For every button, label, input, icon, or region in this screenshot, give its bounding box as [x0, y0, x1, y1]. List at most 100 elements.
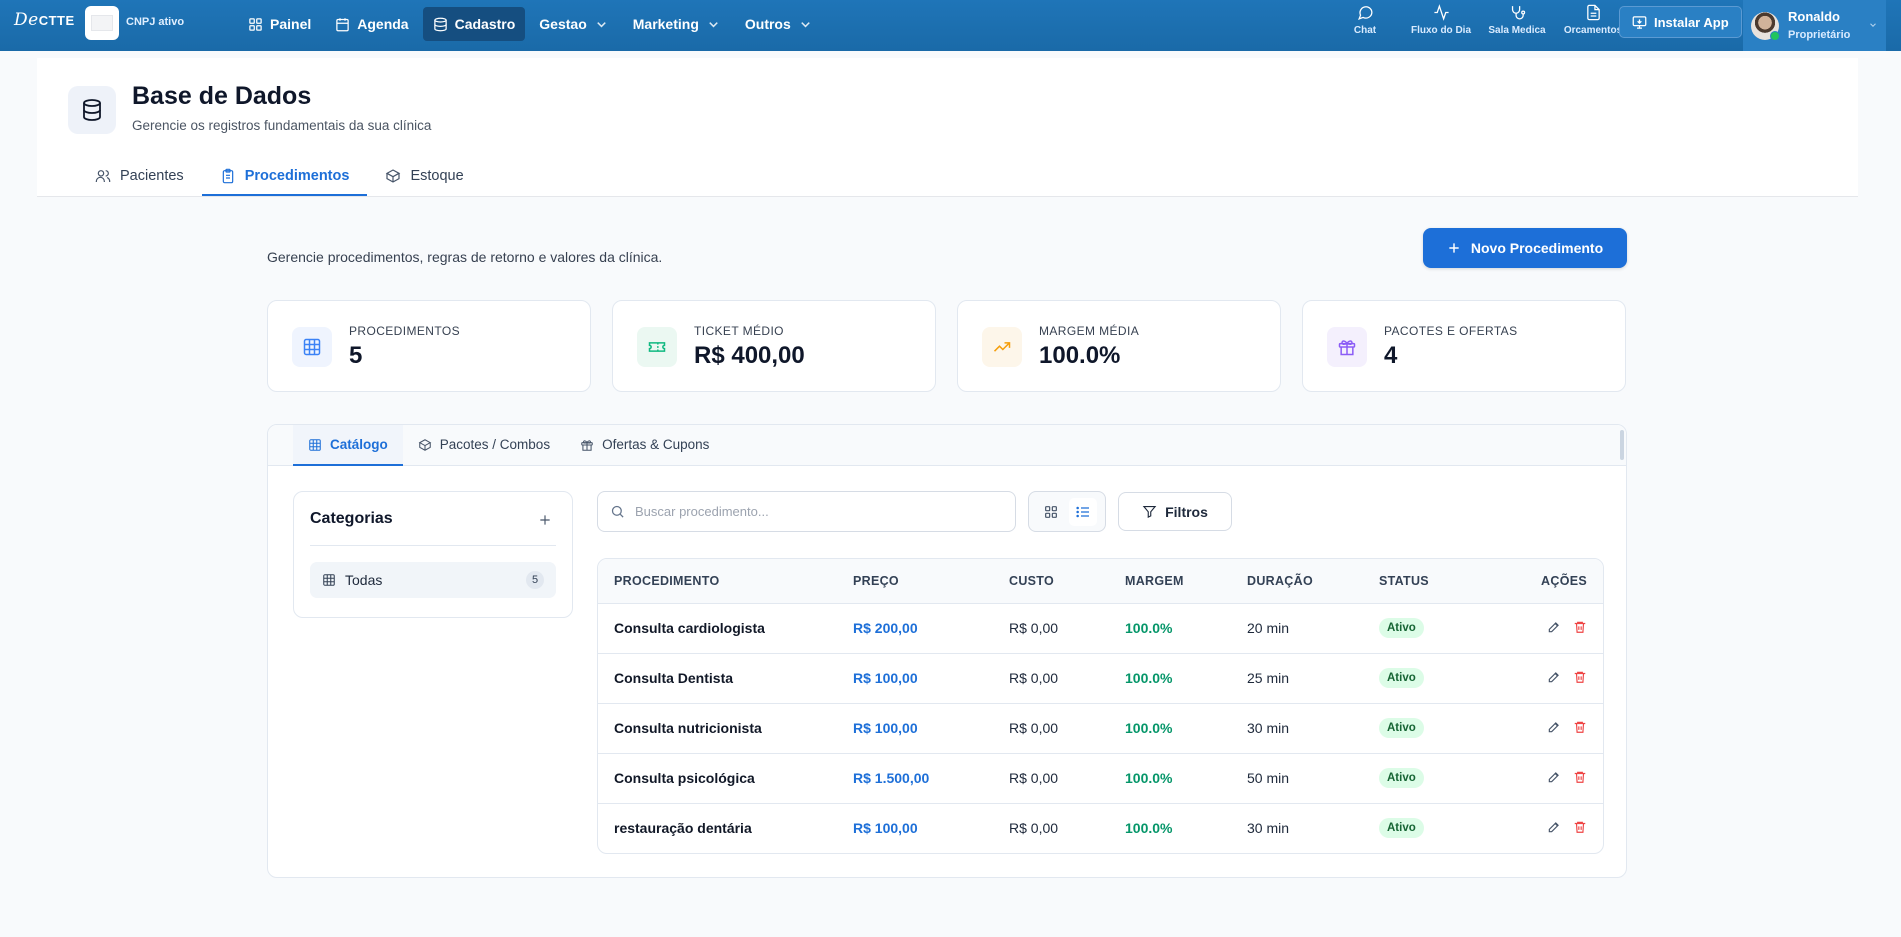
- tab-pacientes[interactable]: Pacientes: [77, 158, 202, 196]
- trending-up-icon: [982, 327, 1022, 367]
- gift-icon: [581, 439, 593, 451]
- tool-sala-medica[interactable]: Sala Medica: [1479, 4, 1555, 36]
- edit-icon[interactable]: [1547, 670, 1561, 684]
- procedure-price: R$ 200,00: [853, 620, 918, 636]
- tab-estoque[interactable]: Estoque: [367, 158, 481, 196]
- tab-procedimentos[interactable]: Procedimentos: [201, 158, 368, 196]
- new-procedure-button[interactable]: Novo Procedimento: [1423, 228, 1627, 268]
- clinic-logo[interactable]: [85, 6, 119, 40]
- trash-icon[interactable]: [1573, 670, 1587, 684]
- avatar: [1751, 11, 1780, 41]
- tab-catalogo[interactable]: Catálogo: [293, 425, 403, 466]
- list-view-button[interactable]: [1069, 497, 1097, 526]
- procedure-name: Consulta psicológica: [614, 770, 755, 786]
- table-row[interactable]: restauração dentária R$ 100,00 R$ 0,00 1…: [598, 803, 1603, 853]
- nav-label: Agenda: [357, 16, 409, 32]
- cnpj-status: CNPJ ativo: [126, 16, 185, 28]
- nav-marketing[interactable]: Marketing: [623, 7, 731, 41]
- clinic-logo-image: [91, 15, 113, 31]
- status-badge: Ativo: [1379, 818, 1424, 839]
- new-procedure-label: Novo Procedimento: [1470, 240, 1604, 256]
- edit-icon[interactable]: [1547, 820, 1561, 834]
- table-row[interactable]: Consulta psicológica R$ 1.500,00 R$ 0,00…: [598, 753, 1603, 803]
- divider: [310, 545, 556, 546]
- table-row[interactable]: Consulta Dentista R$ 100,00 R$ 0,00 100.…: [598, 653, 1603, 703]
- chevron-down-icon: [1870, 23, 1876, 27]
- column-header[interactable]: MARGEM: [1125, 559, 1247, 603]
- clipboard-icon: [222, 168, 233, 184]
- app-logo[interactable]: DeCTTE: [14, 10, 75, 30]
- user-menu[interactable]: Ronaldo Proprietário: [1743, 0, 1886, 51]
- nav-label: Outros: [744, 16, 791, 32]
- table-icon: [323, 574, 335, 586]
- add-category-button[interactable]: [538, 513, 552, 527]
- procedure-price: R$ 1.500,00: [853, 770, 930, 786]
- procedure-name: restauração dentária: [614, 820, 752, 837]
- grid-icon: [249, 17, 262, 31]
- procedure-duration: 30 min: [1247, 720, 1290, 736]
- edit-icon[interactable]: [1547, 770, 1561, 784]
- stats-row: PROCEDIMENTOS 5 TICKET MÉDIO R$ 400,00 M…: [267, 300, 1626, 392]
- category-item-todas[interactable]: Todas 5: [310, 562, 556, 598]
- user-name: Ronaldo: [1788, 8, 1840, 24]
- logo-suffix: CTTE: [38, 13, 75, 28]
- search-input[interactable]: [635, 504, 995, 519]
- procedure-cost: R$ 0,00: [1009, 670, 1059, 686]
- ticket-icon: [637, 327, 677, 367]
- tab-label: Pacientes: [120, 168, 184, 184]
- stat-label: PACOTES E OFERTAS: [1384, 324, 1518, 338]
- top-navbar: DeCTTE CNPJ ativo Painel Agenda Cadastro…: [0, 0, 1901, 51]
- procedures-table: PROCEDIMENTO PREÇO CUSTO MARGEM DURAÇÃO …: [597, 558, 1604, 854]
- nav-cadastro[interactable]: Cadastro: [422, 7, 526, 41]
- trash-icon[interactable]: [1573, 820, 1587, 834]
- trash-icon[interactable]: [1573, 720, 1587, 734]
- filters-button[interactable]: Filtros: [1118, 492, 1232, 531]
- column-header[interactable]: CUSTO: [1009, 559, 1125, 603]
- edit-icon[interactable]: [1547, 620, 1561, 634]
- scrollbar-thumb[interactable]: [1620, 430, 1624, 460]
- box-icon: [418, 438, 432, 451]
- table-row[interactable]: Consulta nutricionista R$ 100,00 R$ 0,00…: [598, 703, 1603, 753]
- stat-card-margem-media: MARGEM MÉDIA 100.0%: [957, 300, 1281, 392]
- category-label: Todas: [345, 572, 383, 588]
- tool-label: Sala Medica: [1488, 25, 1546, 36]
- grid-view-button[interactable]: [1037, 498, 1065, 526]
- tab-ofertas-cupons[interactable]: Ofertas & Cupons: [565, 425, 724, 466]
- procedure-margin: 100.0%: [1125, 720, 1173, 736]
- list-icon: [1076, 506, 1089, 517]
- stat-value: 100.0%: [1039, 342, 1121, 369]
- procedure-cost: R$ 0,00: [1009, 620, 1059, 636]
- catalog-tabs: Catálogo Pacotes / Combos Ofertas & Cupo…: [268, 425, 1626, 466]
- category-count: 5: [526, 571, 544, 589]
- nav-agenda[interactable]: Agenda: [325, 7, 418, 41]
- tool-label: Fluxo do Dia: [1411, 25, 1471, 36]
- nav-painel[interactable]: Painel: [238, 7, 321, 41]
- column-header[interactable]: STATUS: [1379, 559, 1512, 603]
- database-icon: [68, 86, 116, 134]
- tool-chat[interactable]: Chat: [1327, 4, 1403, 36]
- edit-icon[interactable]: [1547, 720, 1561, 734]
- procedure-price: R$ 100,00: [853, 720, 918, 736]
- chat-icon: [1357, 6, 1373, 20]
- tab-label: Procedimentos: [244, 168, 350, 184]
- column-header[interactable]: PROCEDIMENTO: [598, 559, 853, 603]
- install-app-button[interactable]: Instalar App: [1619, 6, 1742, 38]
- trash-icon[interactable]: [1573, 770, 1587, 784]
- nav-gestao[interactable]: Gestao: [529, 7, 618, 41]
- trash-icon[interactable]: [1573, 620, 1587, 634]
- chevron-down-icon: [709, 21, 718, 27]
- view-toggle: [1028, 491, 1106, 532]
- stat-value: 5: [349, 342, 363, 369]
- stat-card-pacotes-ofertas: PACOTES E OFERTAS 4: [1302, 300, 1626, 392]
- tab-pacotes-combos[interactable]: Pacotes / Combos: [403, 425, 565, 466]
- column-header[interactable]: DURAÇÃO: [1247, 559, 1379, 603]
- calendar-icon: [336, 17, 349, 31]
- nav-outros[interactable]: Outros: [735, 7, 823, 41]
- tab-label: Estoque: [410, 168, 464, 184]
- table-row[interactable]: Consulta cardiologista R$ 200,00 R$ 0,00…: [598, 603, 1603, 653]
- tab-label: Pacotes / Combos: [439, 437, 551, 452]
- column-header[interactable]: PREÇO: [853, 559, 1009, 603]
- procedure-margin: 100.0%: [1125, 670, 1173, 686]
- tool-fluxo-do-dia[interactable]: Fluxo do Dia: [1403, 4, 1479, 36]
- column-header: AÇÕES: [1541, 573, 1587, 588]
